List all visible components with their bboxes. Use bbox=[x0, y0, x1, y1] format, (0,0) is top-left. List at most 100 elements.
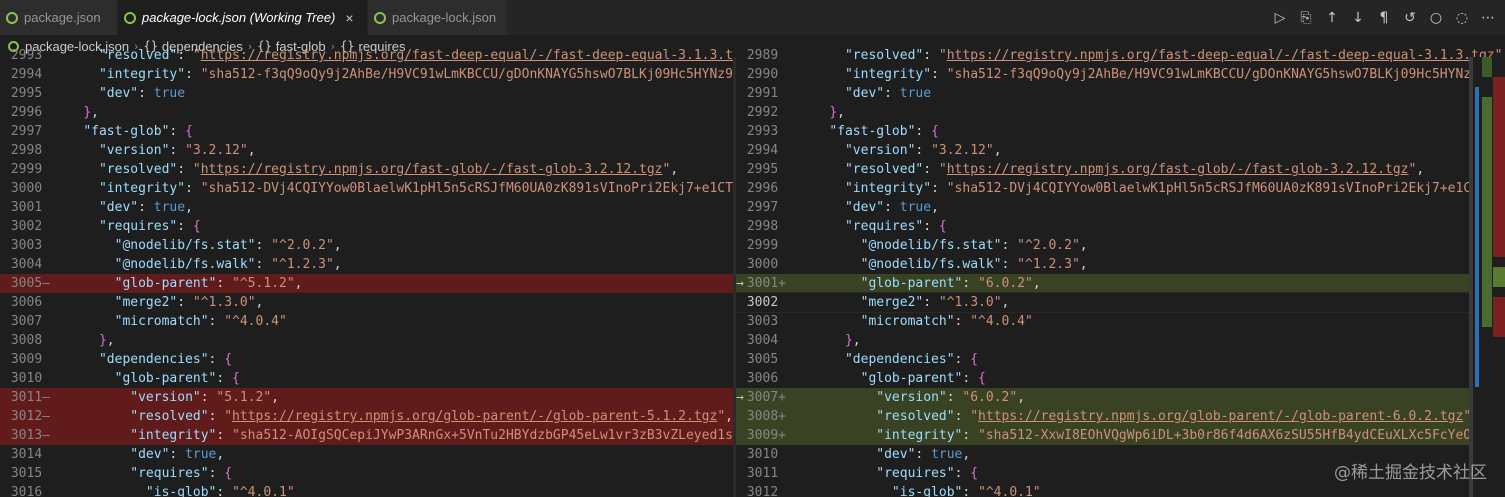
code-line[interactable]: 2997 "fast-glob": { bbox=[0, 122, 733, 141]
code-text: "dev": true bbox=[844, 86, 932, 101]
tab-package-lock-working-tree[interactable]: package-lock.json (Working Tree) × bbox=[118, 0, 368, 35]
line-number: 3008+ bbox=[746, 409, 786, 424]
code-line[interactable]: 2998 "requires": { bbox=[736, 217, 1505, 236]
code-line[interactable]: 2999 "@nodelib/fs.stat": "^2.0.2", bbox=[736, 236, 1505, 255]
code-text: "integrity": "sha512-DVj4CQIYYow0BlaelwK… bbox=[844, 181, 1495, 196]
code-line[interactable]: 3003 "@nodelib/fs.stat": "^2.0.2", bbox=[0, 236, 733, 255]
revert-icon[interactable]: ↺ bbox=[1397, 0, 1423, 35]
deleted-line[interactable]: 3012— "resolved": "https://registry.npmj… bbox=[0, 407, 733, 426]
line-number: 3008 bbox=[10, 333, 50, 348]
code-line[interactable]: 2990 "integrity": "sha512-f3qQ9oQy9j2AhB… bbox=[736, 65, 1505, 84]
deleted-line[interactable]: 3011— "version": "5.1.2", bbox=[0, 388, 733, 407]
code-text: "integrity": "sha512-AOIgSQCepiJYwP3ARnG… bbox=[130, 428, 733, 443]
code-line[interactable]: 3004 }, bbox=[736, 331, 1505, 350]
line-number: 3011 bbox=[746, 466, 786, 481]
line-number: 3003 bbox=[746, 314, 786, 329]
code-line[interactable]: 2995 "resolved": "https://registry.npmjs… bbox=[736, 160, 1505, 179]
code-line[interactable]: 2991 "dev": true bbox=[736, 84, 1505, 103]
code-line[interactable]: 3015 "requires": { bbox=[0, 464, 733, 483]
code-line[interactable]: 3006 "merge2": "^1.3.0", bbox=[0, 293, 733, 312]
code-line[interactable]: 2998 "version": "3.2.12", bbox=[0, 141, 733, 160]
toggle-icon[interactable]: ◌ bbox=[1449, 0, 1475, 35]
code-line[interactable]: 2997 "dev": true, bbox=[736, 198, 1505, 217]
line-number: 3000 bbox=[746, 257, 786, 272]
code-line[interactable]: 2996 "integrity": "sha512-DVj4CQIYYow0Bl… bbox=[736, 179, 1505, 198]
code-line[interactable]: 2992 }, bbox=[736, 103, 1505, 122]
code-line[interactable]: 2989 "resolved": "https://registry.npmjs… bbox=[736, 46, 1505, 65]
arrow-down-icon[interactable]: ↓ bbox=[1345, 0, 1371, 35]
more-icon[interactable]: ⋯ bbox=[1475, 0, 1501, 35]
code-line[interactable]: 3002 "requires": { bbox=[0, 217, 733, 236]
inserted-line[interactable]: 3009+ "integrity": "sha512-XxwI8EOhVQgWp… bbox=[736, 426, 1505, 445]
code-text: "requires": { bbox=[876, 466, 979, 481]
code-text: "micromatch": "^4.0.4" bbox=[860, 314, 1033, 329]
npm-file-icon bbox=[124, 11, 136, 24]
line-number: 3000 bbox=[10, 181, 50, 196]
code-line[interactable]: 3004 "@nodelib/fs.walk": "^1.2.3", bbox=[0, 255, 733, 274]
code-line[interactable]: 3009 "dependencies": { bbox=[0, 350, 733, 369]
code-line[interactable]: 2993 "resolved": "https://registry.npmjs… bbox=[0, 46, 733, 65]
line-number: 2993 bbox=[10, 48, 50, 63]
line-number: 2999 bbox=[10, 162, 50, 177]
code-line[interactable]: 3016 "is-glob": "^4.0.1" bbox=[0, 483, 733, 497]
diff-modified-editor[interactable]: 2989 "resolved": "https://registry.npmjs… bbox=[736, 46, 1505, 497]
line-number: 3016 bbox=[10, 485, 50, 497]
code-line[interactable]: 3008 }, bbox=[0, 331, 733, 350]
line-number: 3009+ bbox=[746, 428, 786, 443]
diff-overview-ruler[interactable] bbox=[1469, 57, 1505, 497]
line-number: 3014 bbox=[10, 447, 50, 462]
line-number: 3009 bbox=[10, 352, 50, 367]
code-text: }, bbox=[844, 333, 861, 348]
code-line[interactable]: 3003 "micromatch": "^4.0.4" bbox=[736, 312, 1505, 331]
line-number: 2995 bbox=[746, 162, 786, 177]
code-line[interactable]: 2999 "resolved": "https://registry.npmjs… bbox=[0, 160, 733, 179]
code-line[interactable]: 2993 "fast-glob": { bbox=[736, 122, 1505, 141]
line-number: 3007 bbox=[10, 314, 50, 329]
code-line[interactable]: 2996 }, bbox=[0, 103, 733, 122]
code-line[interactable]: 3000 "@nodelib/fs.walk": "^1.2.3", bbox=[736, 255, 1505, 274]
code-text: "dev": true, bbox=[844, 200, 939, 215]
deleted-line[interactable]: 3005— "glob-parent": "^5.1.2", bbox=[0, 274, 733, 293]
tab-package-lock-json[interactable]: package-lock.json bbox=[368, 0, 508, 35]
code-line[interactable]: 2995 "dev": true bbox=[0, 84, 733, 103]
line-number: 3002 bbox=[10, 219, 50, 234]
code-line[interactable]: 3000 "integrity": "sha512-DVj4CQIYYow0Bl… bbox=[0, 179, 733, 198]
inserted-line[interactable]: 3008+ "resolved": "https://registry.npmj… bbox=[736, 407, 1505, 426]
line-number: 3010 bbox=[746, 447, 786, 462]
code-line[interactable]: 3005 "dependencies": { bbox=[736, 350, 1505, 369]
code-line[interactable]: 3010 "glob-parent": { bbox=[0, 369, 733, 388]
tab-package-json[interactable]: package.json bbox=[0, 0, 118, 35]
arrow-up-icon[interactable]: ↑ bbox=[1319, 0, 1345, 35]
code-line[interactable]: 3007 "micromatch": "^4.0.4" bbox=[0, 312, 733, 331]
code-text: "version": "6.0.2", bbox=[876, 390, 1026, 405]
play-icon[interactable]: ▷ bbox=[1267, 0, 1293, 35]
code-text: "integrity": "sha512-f3qQ9oQy9j2AhBe/H9V… bbox=[844, 67, 1495, 82]
line-number: 2995 bbox=[10, 86, 50, 101]
code-line[interactable]: 2994 "version": "3.2.12", bbox=[736, 141, 1505, 160]
line-number: 2996 bbox=[10, 105, 50, 120]
code-line[interactable]: 3001 "dev": true, bbox=[0, 198, 733, 217]
deleted-line[interactable]: 3013— "integrity": "sha512-AOIgSQCepiJYw… bbox=[0, 426, 733, 445]
code-line[interactable]: 3012 "is-glob": "^4.0.1" bbox=[736, 483, 1505, 497]
code-text: "resolved": "https://registry.npmjs.org/… bbox=[130, 409, 733, 424]
pilcrow-icon[interactable]: ¶ bbox=[1371, 0, 1397, 35]
line-number: 2998 bbox=[10, 143, 50, 158]
code-line[interactable]: 3006 "glob-parent": { bbox=[736, 369, 1505, 388]
line-number: 3004 bbox=[746, 333, 786, 348]
code-text: "dev": true bbox=[98, 86, 186, 101]
code-line[interactable]: 3014 "dev": true, bbox=[0, 445, 733, 464]
line-number: 3015 bbox=[10, 466, 50, 481]
code-line[interactable]: 2994 "integrity": "sha512-f3qQ9oQy9j2AhB… bbox=[0, 65, 733, 84]
inserted-line[interactable]: → 3007+ "version": "6.0.2", bbox=[736, 388, 1505, 407]
inserted-line[interactable]: → 3001+ "glob-parent": "6.0.2", bbox=[736, 274, 1505, 293]
code-text: "requires": { bbox=[844, 219, 947, 234]
line-number: 2991 bbox=[746, 86, 786, 101]
line-number: 3003 bbox=[10, 238, 50, 253]
open-file-icon[interactable]: ⎘ bbox=[1293, 0, 1319, 35]
diff-original-editor[interactable]: 2993 "resolved": "https://registry.npmjs… bbox=[0, 46, 733, 497]
code-text: "glob-parent": "6.0.2", bbox=[860, 276, 1041, 291]
code-line[interactable]: 3002 "merge2": "^1.3.0", bbox=[736, 292, 1505, 313]
circle-icon[interactable]: ○ bbox=[1423, 0, 1449, 35]
close-icon[interactable]: × bbox=[345, 10, 353, 26]
line-number: 2990 bbox=[746, 67, 786, 82]
